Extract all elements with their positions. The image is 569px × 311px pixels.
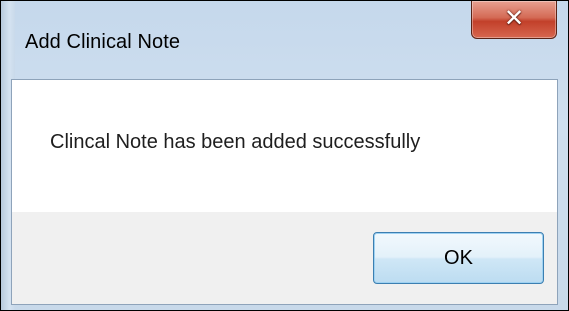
button-bar: OK bbox=[12, 212, 557, 304]
dialog-body: Clincal Note has been added successfully… bbox=[11, 79, 558, 305]
window-title: Add Clinical Note bbox=[25, 31, 181, 53]
message-text: Clincal Note has been added successfully bbox=[50, 131, 421, 153]
ok-button[interactable]: OK bbox=[373, 232, 544, 284]
dialog-window: Add Clinical Note ✕ Clincal Note has bee… bbox=[0, 0, 569, 311]
message-area: Clincal Note has been added successfully bbox=[12, 80, 557, 212]
close-button[interactable]: ✕ bbox=[471, 1, 557, 39]
close-icon: ✕ bbox=[503, 4, 525, 32]
ok-button-label: OK bbox=[444, 247, 473, 269]
title-bar[interactable]: Add Clinical Note ✕ bbox=[1, 1, 568, 79]
